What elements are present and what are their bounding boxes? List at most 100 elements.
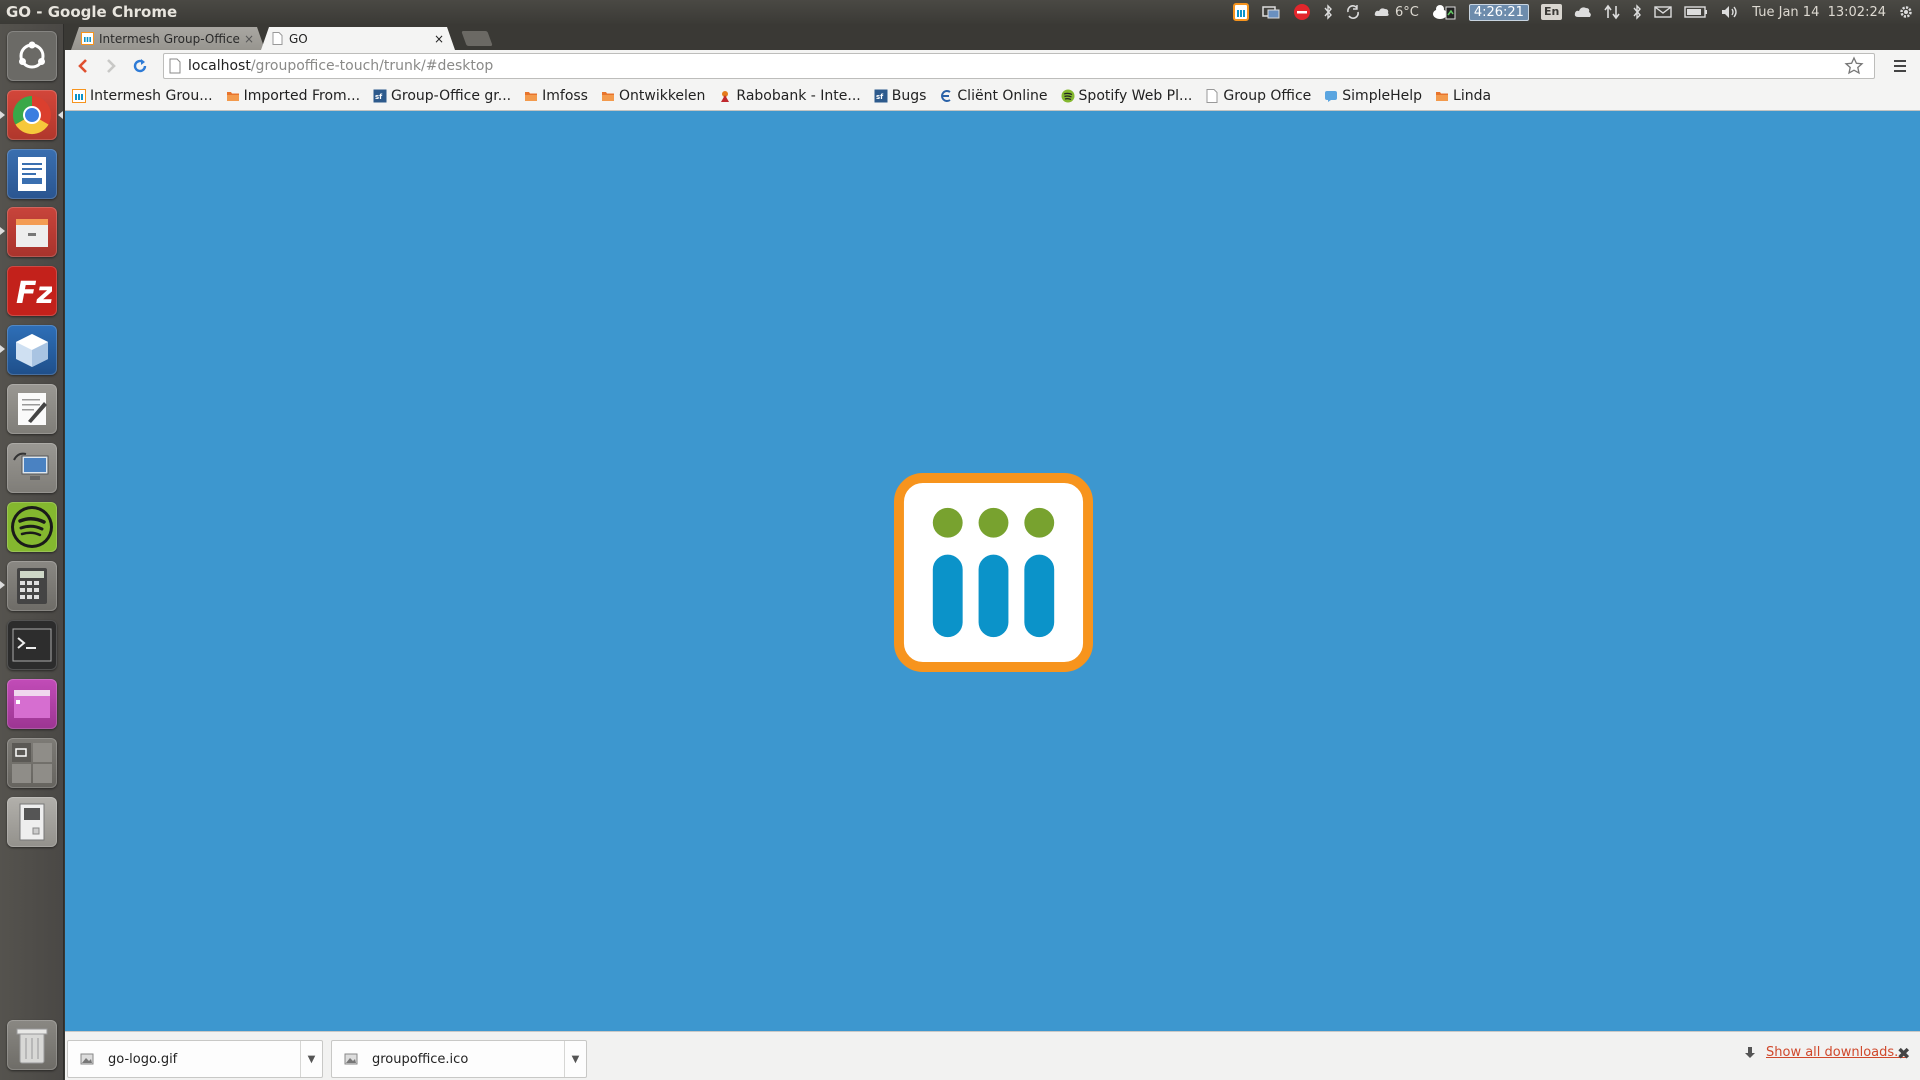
folder-icon — [601, 89, 615, 103]
bookmark-item[interactable]: SimpleHelp — [1324, 88, 1422, 104]
sourceforge-icon: sf — [373, 89, 387, 103]
writer-document-icon — [18, 157, 46, 191]
window-app-icon — [14, 690, 50, 718]
bookmark-item[interactable]: Rabobank - Inte... — [718, 88, 861, 104]
launcher-text-editor[interactable] — [7, 384, 57, 434]
terminal-icon — [12, 628, 52, 662]
reload-button[interactable] — [128, 54, 152, 78]
launcher-chrome[interactable] — [7, 90, 57, 140]
bookmark-item[interactable]: Intermesh Grou... — [72, 88, 213, 104]
page-icon — [1205, 89, 1219, 103]
bookmark-label: Bugs — [891, 88, 927, 104]
go-indicator-icon[interactable] — [1232, 0, 1249, 24]
download-item[interactable]: go-logo.gif ▼ — [67, 1040, 323, 1078]
bookmark-label: Group-Office gr... — [391, 88, 512, 104]
browser-toolbar: localhost/groupoffice-touch/trunk/#deskt… — [65, 50, 1920, 82]
bookmark-item[interactable]: Cliënt Online — [939, 88, 1048, 104]
unity-launcher: Fz — [0, 24, 64, 1080]
bookmarks-bar: Intermesh Grou... Imported From... sf Group… — [65, 82, 1920, 111]
workspace-switcher-icon — [12, 743, 52, 783]
session-gear-icon[interactable] — [1898, 0, 1914, 24]
show-all-downloads-link[interactable]: Show all downloads... — [1766, 1045, 1907, 1060]
dash-home-button[interactable] — [7, 31, 57, 81]
back-button[interactable] — [71, 54, 95, 78]
tab-close-icon[interactable]: × — [243, 32, 255, 46]
chat-indicator-icon[interactable] — [1261, 0, 1281, 24]
launcher-file-manager[interactable] — [7, 207, 57, 257]
running-indicator — [0, 227, 5, 235]
download-item[interactable]: groupoffice.ico ▼ — [331, 1040, 587, 1078]
launcher-workspace-switcher[interactable] — [7, 738, 57, 788]
image-file-icon — [80, 1053, 94, 1065]
launcher-terminal[interactable] — [7, 620, 57, 670]
chrome-menu-icon[interactable] — [1889, 55, 1911, 77]
go-favicon — [72, 89, 86, 103]
network-icon[interactable] — [1604, 0, 1620, 24]
bookmark-item[interactable]: sf Bugs — [874, 88, 927, 104]
top-panel: GO - Google Chrome 6°C 4:26:21 En Tue Ja… — [0, 0, 1920, 24]
bookmark-star-icon[interactable] — [1844, 56, 1864, 80]
tab-strip: Intermesh Group-Office × GO × — [65, 24, 1920, 50]
launcher-remote-desktop[interactable] — [7, 443, 57, 493]
blocked-indicator-icon[interactable] — [1293, 0, 1311, 24]
launcher-virtualbox[interactable] — [7, 325, 57, 375]
running-indicator — [0, 581, 5, 589]
bookmark-item[interactable]: Imfoss — [524, 88, 588, 104]
bookmark-item[interactable]: Spotify Web Pl... — [1061, 88, 1193, 104]
launcher-writer[interactable] — [7, 149, 57, 199]
pidgin-icon[interactable] — [1431, 0, 1457, 24]
forward-button[interactable] — [99, 54, 123, 78]
bookmark-item[interactable]: Imported From... — [226, 88, 360, 104]
bookmark-label: Cliënt Online — [957, 88, 1048, 104]
window-title: GO - Google Chrome — [6, 3, 178, 21]
launcher-app[interactable] — [7, 679, 57, 729]
weather-indicator[interactable]: 6°C — [1373, 0, 1419, 24]
datetime-indicator[interactable]: Tue Jan 14 13:02:24 — [1752, 0, 1886, 24]
cloud-icon[interactable] — [1574, 0, 1592, 24]
launcher-trash[interactable] — [7, 1020, 57, 1070]
timer-indicator[interactable]: 4:26:21 — [1468, 0, 1529, 24]
timer-badge: 4:26:21 — [1468, 3, 1529, 21]
cube-icon — [16, 334, 48, 367]
launcher-filezilla[interactable]: Fz — [7, 266, 57, 316]
running-indicator — [0, 111, 5, 119]
mail-icon[interactable] — [1654, 0, 1672, 24]
tab-close-icon[interactable]: × — [433, 32, 445, 46]
tab-intermesh-group-office[interactable]: Intermesh Group-Office × — [71, 27, 265, 50]
dropdown-arrow-icon[interactable]: ▼ — [564, 1041, 586, 1077]
sync-icon[interactable] — [1345, 0, 1361, 24]
bookmark-label: Group Office — [1223, 88, 1312, 104]
tab-title: GO — [289, 31, 308, 46]
url-path: /groupoffice-touch/trunk/#desktop — [250, 58, 494, 74]
volume-icon[interactable] — [1720, 0, 1740, 24]
launcher-calculator[interactable] — [7, 561, 57, 611]
download-arrow-icon — [1745, 1046, 1755, 1058]
new-tab-button[interactable] — [461, 31, 493, 46]
bookmark-item[interactable]: Linda — [1435, 88, 1491, 104]
bookmark-label: Ontwikkelen — [618, 88, 706, 104]
keyboard-layout-indicator[interactable]: En — [1540, 0, 1563, 24]
launcher-removable-drive[interactable] — [7, 797, 57, 847]
bookmark-label: Linda — [1453, 88, 1492, 104]
bluetooth-icon[interactable] — [1632, 0, 1642, 24]
trash-icon — [16, 1028, 48, 1064]
address-bar[interactable]: localhost/groupoffice-touch/trunk/#deskt… — [163, 53, 1875, 79]
sourceforge-icon: sf — [874, 89, 888, 103]
bluetooth-icon[interactable] — [1323, 0, 1333, 24]
bookmark-item[interactable]: Ontwikkelen — [601, 88, 705, 104]
launcher-spotify[interactable] — [7, 502, 57, 552]
download-shelf: go-logo.gif ▼ groupoffice.ico ▼ Show all… — [65, 1031, 1920, 1080]
dropdown-arrow-icon[interactable]: ▼ — [300, 1041, 322, 1077]
bookmark-item[interactable]: sf Group-Office gr... — [373, 88, 511, 104]
simplehelp-icon — [1324, 89, 1338, 103]
calculator-icon — [17, 568, 47, 604]
filezilla-icon: Fz — [16, 276, 52, 311]
close-shelf-icon[interactable]: ✖ — [1897, 1044, 1910, 1063]
folder-icon — [226, 89, 240, 103]
bookmark-label: Spotify Web Pl... — [1078, 88, 1193, 104]
chrome-icon — [12, 95, 51, 135]
bookmark-item[interactable]: Group Office — [1205, 88, 1311, 104]
running-indicator — [0, 345, 5, 353]
battery-icon[interactable] — [1684, 0, 1708, 24]
tab-go[interactable]: GO × — [261, 27, 455, 50]
